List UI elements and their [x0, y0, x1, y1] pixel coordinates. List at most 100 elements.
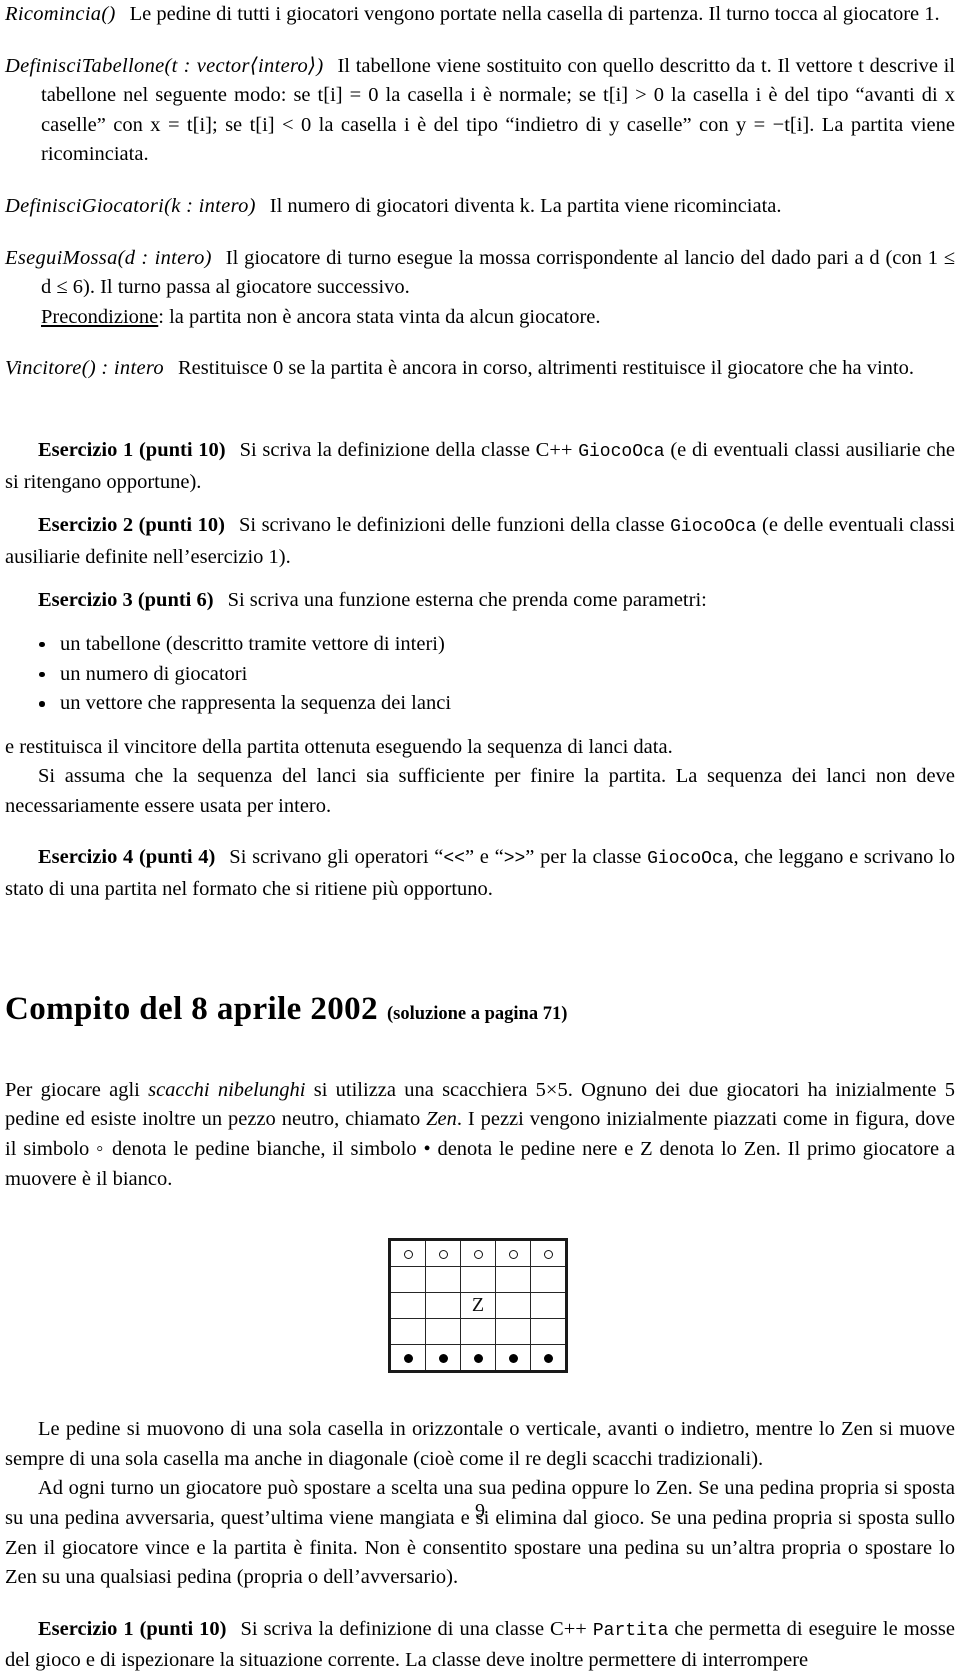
board-row [389, 1266, 567, 1294]
exercise-text-before: Si scrivano gli operatori “ [229, 846, 444, 869]
list-item: un numero di giocatori [5, 660, 955, 690]
spec-method-eseguimossa: EseguiMossa(d : intero) Il giocatore di t… [5, 244, 955, 303]
board-cell-r5c2 [425, 1344, 461, 1373]
black-pawn-icon [438, 1353, 448, 1363]
board-cell-r3c3: Z [460, 1292, 496, 1320]
method-description: Restituisce 0 se la partita è ancora in … [177, 357, 914, 380]
bullet-icon [39, 641, 45, 648]
exercise-label: Esercizio 2 (punti 10) [38, 514, 225, 537]
operator-insertion-code: << [443, 849, 465, 870]
black-pawn-icon [403, 1353, 413, 1363]
exercise-label: Esercizio 3 (punti 6) [38, 589, 214, 612]
bullet-icon [39, 701, 45, 707]
exercise-1-oca: Esercizio 1 (punti 10) Si scriva la defin… [5, 436, 955, 497]
spec-method-definiscigiocatori: DefinisciGiocatori(k : intero) Il numero … [5, 192, 955, 222]
white-pawn-icon [508, 1249, 518, 1259]
exercise-label: Esercizio 1 (punti 10) [38, 438, 226, 461]
exercise-2-oca: Esercizio 2 (punti 10) Si scrivano le def… [5, 511, 955, 572]
board-cell-r4c3 [460, 1318, 496, 1346]
exercise-label: Esercizio 4 (punti 4) [38, 846, 216, 869]
spec-method-definiscitabellone: DefinisciTabellone(t : vector⟨intero⟩) Il… [5, 52, 955, 170]
page-content: Ricomincia() Le pedine di tutti i giocato… [5, 0, 955, 1676]
board-row [389, 1344, 567, 1373]
rules-paragraph-2: Ad ogni turno un giocatore può spostare … [5, 1477, 955, 1589]
section-title-text: Compito del 8 aprile 2002 [5, 990, 378, 1027]
black-pawn-icon [473, 1353, 483, 1363]
board-cell-r1c1 [389, 1239, 426, 1268]
board-row [389, 1239, 567, 1268]
board-cell-r3c4 [495, 1292, 531, 1320]
exercise-text-before: Si scriva una funzione esterna che prend… [227, 589, 707, 612]
white-pawn-icon [473, 1249, 483, 1259]
exercise-1-partita: Esercizio 1 (punti 10) Si scriva la defin… [5, 1615, 955, 1676]
document-page: Ricomincia() Le pedine di tutti i giocato… [0, 0, 960, 1671]
precondition-colon: : [158, 305, 170, 328]
intro-paragraph: Per giocare agli scacchi nibelunghi si u… [5, 1076, 955, 1194]
list-item-label: un numero di giocatori [60, 662, 248, 685]
method-description: Le pedine di tutti i giocatori vengono p… [129, 3, 940, 25]
board-cell-r1c3 [460, 1239, 496, 1268]
exercise-label: Esercizio 1 (punti 10) [38, 1617, 227, 1640]
exercise-4-oca: Esercizio 4 (punti 4) Si scrivano gli ope… [5, 843, 955, 904]
class-name-code: GiocoOca [578, 441, 665, 462]
zen-piece-label: Z [471, 1294, 485, 1317]
intro-text-a: Per giocare agli [5, 1078, 149, 1101]
spec-method-vincitore: Vincitore() : intero Restituisce 0 se la … [5, 354, 955, 384]
page-number: 9 [475, 1500, 485, 1522]
board-cell-r5c4 [495, 1344, 531, 1373]
operator-extraction-code: >> [503, 849, 526, 870]
board-cell-r1c4 [495, 1239, 531, 1268]
exercise-text-mid-2: ” per la classe [525, 846, 648, 869]
black-pawn-icon [508, 1353, 518, 1363]
chessboard-figure: Z [5, 1238, 955, 1374]
board-cell-r4c2 [425, 1318, 461, 1346]
board-row: Z [389, 1292, 567, 1320]
board-cell-r2c5 [530, 1266, 567, 1294]
precondition-label: Precondizione [41, 305, 159, 328]
board-cell-r2c2 [425, 1266, 461, 1294]
board-cell-r2c1 [389, 1266, 426, 1294]
method-signature: DefinisciGiocatori(k : intero) [5, 194, 256, 217]
exercise-3-oca: Esercizio 3 (punti 6) Si scriva una funzi… [5, 586, 955, 616]
board-row [389, 1318, 567, 1346]
exercise-text-mid-1: ” e “ [464, 846, 504, 869]
exercise-3-tail-line-1: e restituisca il vincitore della partita… [5, 735, 673, 758]
exercise-text-before: Si scriva la definizione di una classe C… [240, 1617, 593, 1640]
rules-paragraph-1: Le pedine si muovono di una sola casella… [5, 1418, 955, 1470]
bullet-icon [39, 671, 45, 677]
board-cell-r3c5 [530, 1292, 567, 1320]
board-cell-r2c4 [495, 1266, 531, 1294]
chessboard-body: Z [389, 1239, 567, 1373]
chessboard-grid: Z [388, 1238, 568, 1374]
method-signature: Vincitore() : intero [5, 357, 164, 380]
white-pawn-icon [438, 1249, 448, 1259]
board-cell-r1c5 [530, 1239, 567, 1268]
exercise-3-parameter-list: un tabellone (descritto tramite vettore … [5, 630, 955, 719]
precondition-text: la partita non è ancora stata vinta da a… [169, 305, 601, 328]
method-signature: DefinisciTabellone(t : vector⟨intero⟩) [5, 54, 324, 77]
board-cell-r4c1 [389, 1318, 426, 1346]
board-cell-r5c5 [530, 1344, 567, 1373]
board-cell-r5c1 [389, 1344, 426, 1373]
section-subtitle-text: (soluzione a pagina 71) [386, 1003, 568, 1024]
method-description: Il numero di giocatori diventa k. La par… [269, 194, 782, 217]
spec-method-precondition: Precondizione: la partita non è ancora s… [5, 303, 955, 333]
method-signature: Ricomincia() [5, 3, 116, 25]
board-cell-r4c4 [495, 1318, 531, 1346]
board-cell-r3c2 [425, 1292, 461, 1320]
class-name-code: GiocoOca [647, 849, 734, 870]
list-item: un vettore che rappresenta la sequenza d… [5, 689, 955, 719]
board-cell-r1c2 [425, 1239, 461, 1268]
board-cell-r2c3 [460, 1266, 496, 1294]
